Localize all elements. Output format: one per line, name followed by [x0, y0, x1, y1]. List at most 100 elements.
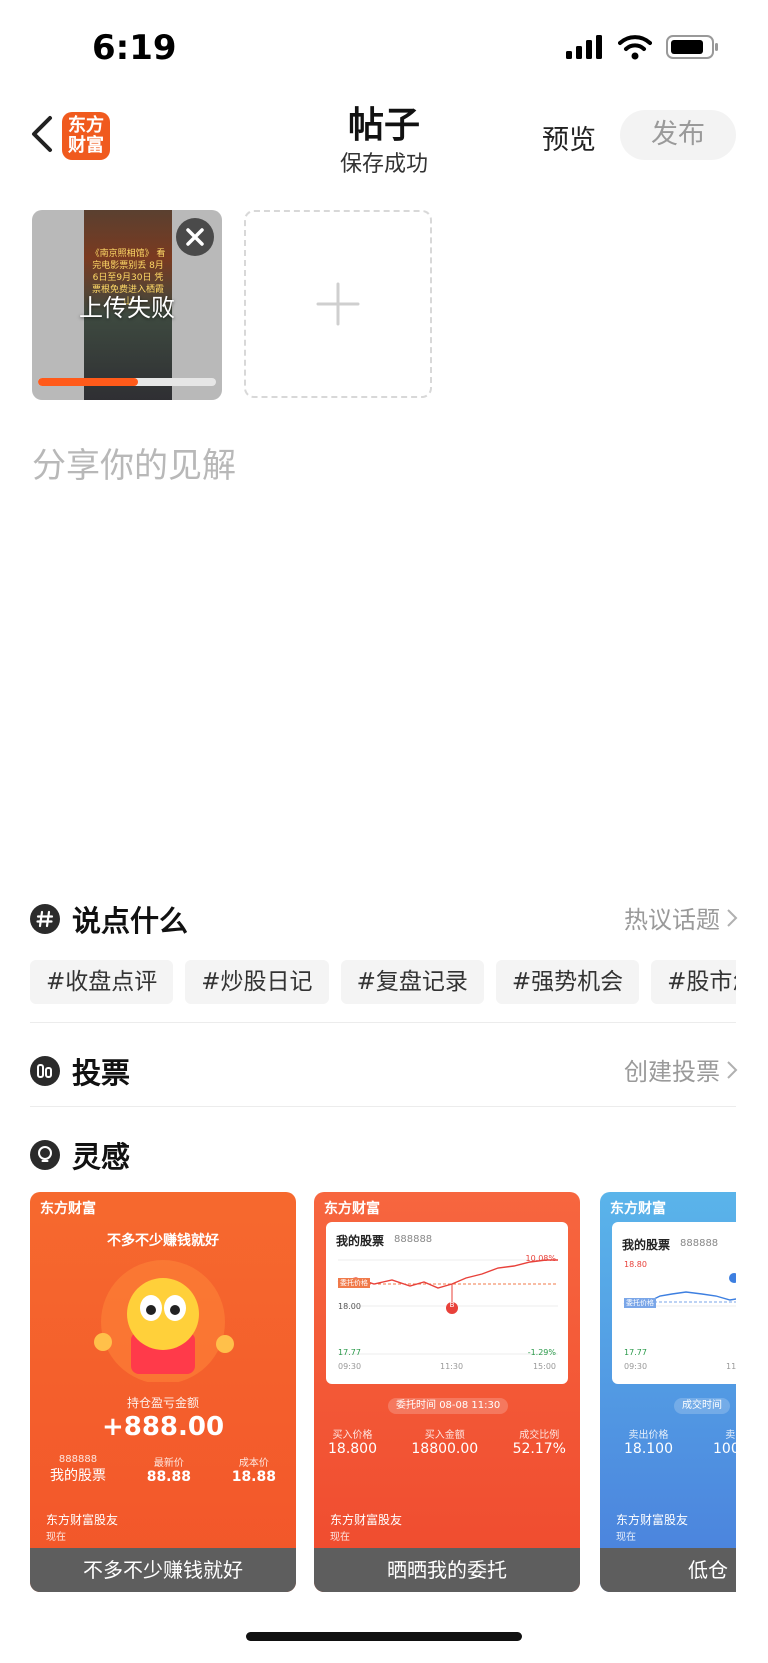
add-media-button[interactable]	[244, 210, 432, 398]
topic-tag[interactable]: #炒股日记	[185, 960, 329, 1004]
stat-label: 买入金额	[424, 1430, 465, 1441]
stat-label: 成交比例	[519, 1430, 560, 1441]
plus-icon	[316, 282, 360, 326]
card-time: 现在	[616, 1532, 636, 1543]
stat-fill-ratio: 成交比例 52.17%	[513, 1426, 566, 1457]
card-stats: 卖出价格18.100 卖出10000	[624, 1426, 736, 1457]
inspiration-header: 灵感	[30, 1134, 130, 1176]
stat-cost: 成本价 18.88	[232, 1454, 276, 1485]
card-stats: 买入价格 18.800 买入金额 18800.00 成交比例 52.17%	[328, 1426, 566, 1457]
topic-tag[interactable]: #复盘记录	[340, 960, 484, 1004]
card-brand: 东方财富	[324, 1201, 380, 1217]
lightbulb-icon	[30, 1140, 60, 1170]
status-icons	[566, 34, 720, 60]
stat-code: 888888	[58, 1454, 98, 1465]
stat-buy-price: 买入价格 18.800	[328, 1426, 377, 1457]
topic-tag[interactable]: #股市怎么	[651, 960, 736, 1004]
upload-progress-fill	[38, 378, 138, 386]
preview-button[interactable]: 预览	[542, 118, 596, 157]
order-time-label: 委托时间	[396, 1400, 436, 1411]
card-time: 现在	[330, 1532, 350, 1543]
stat-label: 卖出	[725, 1430, 736, 1441]
chart-tick: 17.77	[624, 1348, 647, 1357]
order-time-pill: 委托时间 08-08 11:30	[388, 1398, 509, 1414]
card-footer-label: 晒晒我的委托	[314, 1548, 580, 1592]
chart-tick: 17.77	[338, 1348, 361, 1357]
stat-label: 买入价格	[332, 1430, 373, 1441]
chart-tag: 委托价格	[338, 1278, 370, 1288]
chart-tick: -1.29%	[527, 1348, 556, 1357]
stat-sell-price: 卖出价格 18.100	[624, 1426, 673, 1457]
card-footer-label: 低仓	[600, 1548, 736, 1592]
create-vote-link[interactable]: 创建投票	[624, 1052, 738, 1087]
publish-button[interactable]: 发布	[620, 110, 736, 160]
stat-last-label: 最新价	[153, 1458, 184, 1469]
chevron-right-icon	[727, 1060, 738, 1079]
stat-cost-label: 成本价	[238, 1458, 269, 1469]
wifi-icon	[618, 35, 652, 60]
stat-label: 卖出价格	[628, 1430, 669, 1441]
close-icon	[186, 228, 204, 246]
hashtag-icon	[30, 904, 60, 934]
card-author-name: 东方财富股友	[46, 1513, 119, 1527]
buy-marker: B	[449, 1301, 455, 1309]
stat-sell-amount: 卖出10000	[713, 1426, 736, 1457]
post-text-input[interactable]: 分享你的见解	[32, 438, 236, 487]
home-indicator[interactable]	[246, 1632, 522, 1641]
topics-header: 说点什么	[30, 898, 188, 940]
upload-failed-label: 上传失败	[79, 294, 175, 322]
inspiration-title: 灵感	[72, 1140, 131, 1174]
pl-value: +888.00	[101, 1412, 225, 1442]
inspiration-card[interactable]: 东方财富 不多不少赚钱就好 持仓盈亏金额 +888.00 888888 我的股票 …	[30, 1192, 296, 1592]
topic-tag[interactable]: #收盘点评	[30, 960, 174, 1004]
topics-title: 说点什么	[72, 904, 189, 938]
hot-topics-link[interactable]: 热议话题	[624, 900, 738, 935]
divider	[30, 1022, 736, 1023]
divider	[30, 1106, 736, 1107]
topic-tags: #收盘点评 #炒股日记 #复盘记录 #强势机会 #股市怎么	[30, 960, 736, 1004]
mascot-illustration	[94, 1260, 234, 1382]
stat-stock-name: 我的股票	[50, 1468, 106, 1484]
battery-icon	[666, 35, 718, 59]
order-time-pill: 成交时间	[674, 1398, 730, 1414]
stat-value: 52.17%	[512, 1441, 566, 1457]
card-author-name: 东方财富股友	[616, 1513, 689, 1527]
remove-media-button[interactable]	[176, 218, 214, 256]
upload-progress-bar	[38, 378, 216, 386]
signal-icon	[566, 35, 602, 59]
card-author: 东方财富股友 现在	[46, 1512, 118, 1546]
media-thumbnail[interactable]: 《南京照相馆》 看完电影票别丢 8月6日至9月30日 凭票根免费进入栖霞山 上传…	[32, 210, 222, 400]
stat-value: 10000	[713, 1441, 736, 1457]
stat-name: 888888 我的股票	[50, 1454, 106, 1485]
inspiration-cards: 东方财富 不多不少赚钱就好 持仓盈亏金额 +888.00 888888 我的股票 …	[30, 1192, 736, 1594]
status-time: 6:19	[92, 28, 177, 68]
pl-label: 持仓盈亏金额	[126, 1396, 199, 1410]
chevron-right-icon	[727, 908, 738, 927]
chart-tick: 10.08%	[525, 1254, 556, 1263]
stat-buy-amount: 买入金额 18800.00	[411, 1426, 478, 1457]
chart-tick: 11:30	[440, 1362, 464, 1371]
vote-icon	[30, 1056, 60, 1086]
topic-tag[interactable]: #强势机会	[495, 960, 640, 1004]
stat-value: 18.100	[624, 1441, 673, 1457]
stat-last-value: 88.88	[146, 1469, 191, 1485]
mini-stock-chart: 我的股票 888888 18.80 委托价格 17.77 09:30 11:3	[612, 1222, 736, 1384]
inspiration-card[interactable]: 东方财富 我的股票 888888 18.80 委托价格 17.77 09:30 …	[600, 1192, 736, 1592]
card-brand: 东方财富	[610, 1201, 666, 1217]
chart-tick: 09:30	[624, 1362, 648, 1371]
inspiration-card[interactable]: 东方财富 我的股票 888888 B 10.08% 委托价格 18.00 17.…	[314, 1192, 580, 1592]
stat-value: 18800.00	[411, 1441, 479, 1457]
mini-stock-chart: 我的股票 888888 B 10.08% 委托价格 18.00 17.77 -1…	[326, 1222, 568, 1384]
card-author: 东方财富股友 现在	[616, 1512, 688, 1546]
chart-tick: 18.00	[338, 1302, 361, 1311]
card-brand: 东方财富	[40, 1201, 96, 1217]
card-author: 东方财富股友 现在	[330, 1512, 402, 1546]
stat-value: 18.800	[328, 1441, 377, 1457]
chart-tick: 15:00	[532, 1362, 556, 1371]
create-vote-label: 创建投票	[624, 1058, 720, 1086]
card-slogan: 不多不少赚钱就好	[107, 1233, 219, 1249]
card-time: 现在	[46, 1532, 66, 1543]
chart-tick: 11:3	[726, 1362, 736, 1371]
card-author-name: 东方财富股友	[330, 1513, 403, 1527]
card-stats: 888888 我的股票 最新价 88.88 成本价 18.88	[50, 1454, 276, 1485]
